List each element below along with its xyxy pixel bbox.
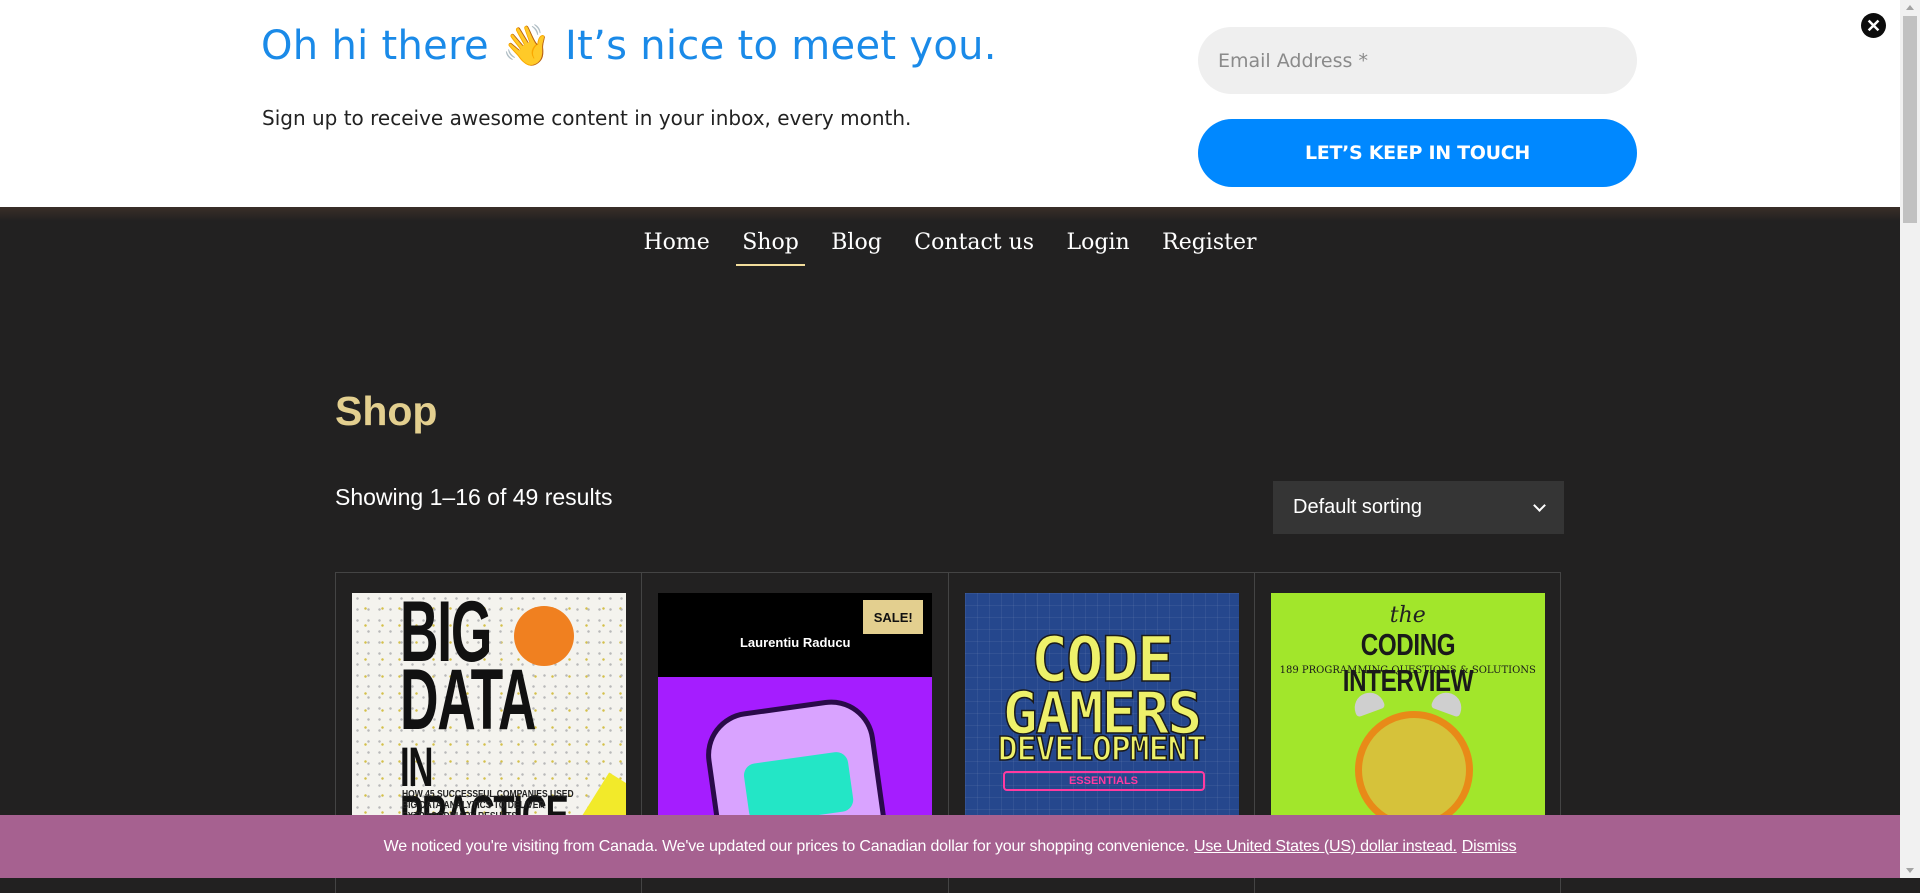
cover-title-line: DATA — [400, 652, 536, 748]
use-usd-link[interactable]: Use United States (US) dollar instead. — [1194, 838, 1457, 856]
lets-keep-in-touch-button[interactable]: LET’S KEEP IN TOUCH — [1198, 119, 1637, 187]
currency-notice: We noticed you're visiting from Canada. … — [0, 815, 1900, 878]
chevron-down-icon — [1533, 498, 1546, 512]
page-title: Shop — [335, 388, 438, 434]
main-nav: Home Shop Blog Contact us Login Register — [0, 230, 1900, 266]
scroll-up-icon[interactable] — [1906, 5, 1914, 10]
cover-subtitle: ESSENTIALS — [1002, 771, 1205, 791]
scrollbar-thumb[interactable] — [1903, 16, 1917, 223]
nav-item-register[interactable]: Register — [1162, 230, 1256, 263]
cover-author: Laurentiu Raducu — [739, 635, 851, 650]
result-count: Showing 1–16 of 49 results — [335, 484, 613, 510]
signup-heading: Oh hi there 👋 It’s nice to meet you. — [261, 23, 997, 69]
cover-title-line: the — [1389, 603, 1426, 628]
sale-badge: SALE! — [863, 600, 924, 634]
nav-item-login[interactable]: Login — [1067, 230, 1130, 263]
nav-divider — [0, 207, 1900, 221]
robot-visor — [742, 750, 856, 825]
sort-select[interactable]: Default sorting — [1273, 481, 1564, 534]
scrollbar[interactable] — [1900, 0, 1920, 878]
close-icon[interactable]: ✕ — [1861, 13, 1886, 38]
scroll-down-icon[interactable] — [1906, 868, 1914, 873]
nav-item-blog[interactable]: Blog — [831, 230, 882, 263]
nav-item-home[interactable]: Home — [643, 230, 709, 263]
cover-title-line: DEVELOPMENT — [997, 728, 1207, 769]
nav-item-contact-us[interactable]: Contact us — [914, 230, 1034, 263]
dismiss-link[interactable]: Dismiss — [1462, 838, 1517, 856]
cover-title-line: CODING INTERVIEW — [1342, 627, 1474, 698]
currency-notice-message: We noticed you're visiting from Canada. … — [383, 837, 1190, 855]
signup-subtext: Sign up to receive awesome content in yo… — [262, 106, 912, 130]
nav-item-shop[interactable]: Shop — [736, 230, 805, 266]
signup-bar: Oh hi there 👋 It’s nice to meet you. Sig… — [0, 0, 1900, 207]
sort-select-value: Default sorting — [1293, 496, 1422, 518]
alarm-clock-illustration — [1354, 711, 1473, 829]
cover-subtitle: 189 PROGRAMMING QUESTIONS & SOLUTIONS — [1279, 665, 1536, 676]
email-field[interactable] — [1198, 27, 1637, 94]
